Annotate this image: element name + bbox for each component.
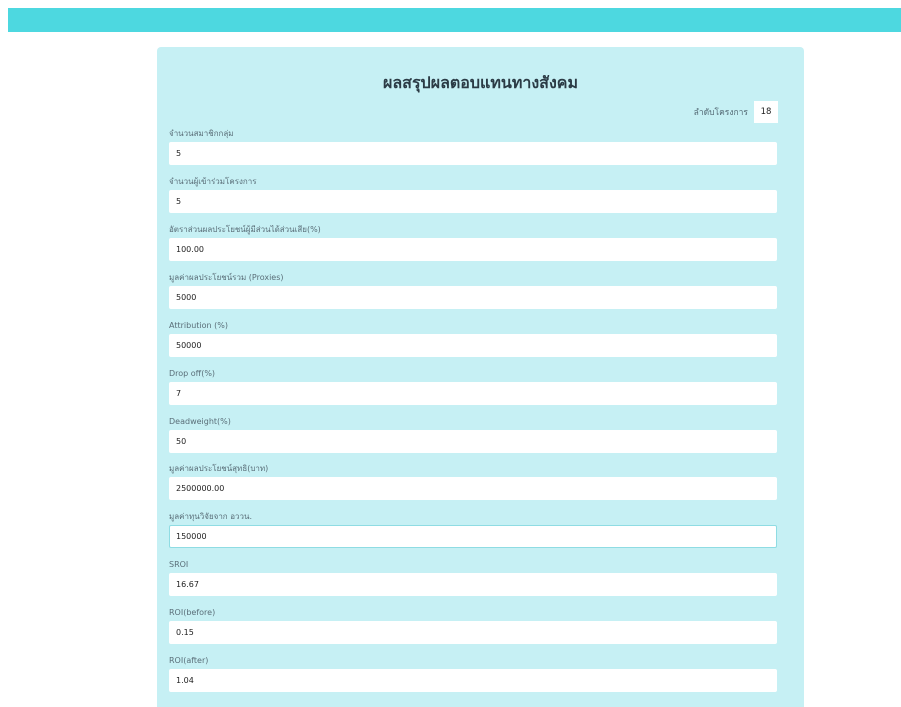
field-label: SROI bbox=[169, 560, 189, 569]
participants-input[interactable] bbox=[169, 190, 777, 213]
page-title: ผลสรุปผลตอบแทนทางสังคม bbox=[383, 73, 578, 92]
deadweight-input[interactable] bbox=[169, 430, 777, 453]
field-label: ROI(after) bbox=[169, 656, 209, 665]
project-order-label: ลำดับโครงการ bbox=[693, 108, 748, 118]
roi-before-input[interactable] bbox=[169, 621, 777, 644]
field-attribution: Attribution (%) bbox=[169, 320, 777, 357]
net-benefit-input[interactable] bbox=[169, 477, 777, 500]
field-deadweight: Deadweight(%) bbox=[169, 416, 777, 453]
field-roi-before: ROI(before) bbox=[169, 607, 777, 644]
sroi-input[interactable] bbox=[169, 573, 777, 596]
field-net-benefit: มูลค่าผลประโยชน์สุทธิ(บาท) bbox=[169, 463, 777, 500]
roi-after-input[interactable] bbox=[169, 669, 777, 692]
field-drop-off: Drop off(%) bbox=[169, 368, 777, 405]
field-roi-after: ROI(after) bbox=[169, 655, 777, 692]
field-label: จำนวนสมาชิกกลุ่ม bbox=[169, 129, 234, 138]
field-label: มูลค่าทุนวิจัยจาก อววน. bbox=[169, 512, 252, 521]
group-members-input[interactable] bbox=[169, 142, 777, 165]
field-stakeholder-ratio: อัตราส่วนผลประโยชน์ผู้มีส่วนได้ส่วนเสีย(… bbox=[169, 224, 777, 261]
attribution-input[interactable] bbox=[169, 334, 777, 357]
drop-off-input[interactable] bbox=[169, 382, 777, 405]
field-label: อัตราส่วนผลประโยชน์ผู้มีส่วนได้ส่วนเสีย(… bbox=[169, 225, 321, 234]
field-group-members: จำนวนสมาชิกกลุ่ม bbox=[169, 128, 777, 165]
research-funding-input[interactable] bbox=[169, 525, 777, 548]
sroi-summary-card: ผลสรุปผลตอบแทนทางสังคม ลำดับโครงการ จำนว… bbox=[157, 47, 804, 707]
field-label: ROI(before) bbox=[169, 608, 216, 617]
field-label: Attribution (%) bbox=[169, 321, 228, 330]
field-participants: จำนวนผู้เข้าร่วมโครงการ bbox=[169, 176, 777, 213]
stakeholder-ratio-input[interactable] bbox=[169, 238, 777, 261]
top-banner bbox=[8, 8, 901, 32]
field-label: Deadweight(%) bbox=[169, 417, 231, 426]
field-label: มูลค่าผลประโยชน์รวม (Proxies) bbox=[169, 273, 284, 282]
project-order: ลำดับโครงการ bbox=[694, 101, 778, 123]
field-research-funding: มูลค่าทุนวิจัยจาก อววน. bbox=[169, 511, 777, 548]
field-label: Drop off(%) bbox=[169, 369, 216, 378]
project-order-input[interactable] bbox=[754, 101, 778, 123]
field-sroi: SROI bbox=[169, 559, 777, 596]
field-label: จำนวนผู้เข้าร่วมโครงการ bbox=[169, 177, 257, 186]
total-proxies-input[interactable] bbox=[169, 286, 777, 309]
field-label: มูลค่าผลประโยชน์สุทธิ(บาท) bbox=[169, 464, 269, 473]
field-total-proxies: มูลค่าผลประโยชน์รวม (Proxies) bbox=[169, 272, 777, 309]
